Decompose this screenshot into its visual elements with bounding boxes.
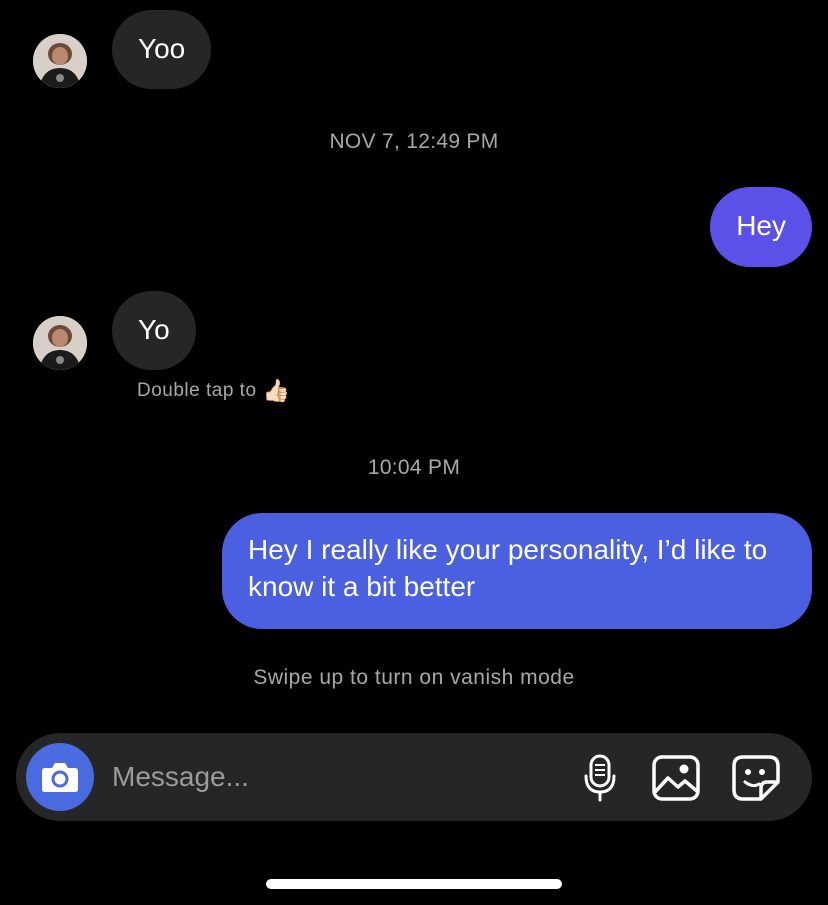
- message-composer: [16, 733, 812, 821]
- gallery-button[interactable]: [649, 751, 703, 805]
- incoming-message-bubble[interactable]: Yo: [112, 291, 196, 370]
- home-indicator[interactable]: [266, 879, 562, 889]
- incoming-message-bubble[interactable]: Yoo: [112, 10, 212, 89]
- voice-message-button[interactable]: [573, 751, 627, 805]
- outgoing-message-bubble[interactable]: Hey I really like your personality, I’d …: [222, 513, 812, 629]
- vanish-mode-hint: Swipe up to turn on vanish mode: [253, 666, 575, 689]
- microphone-icon: [584, 754, 616, 802]
- avatar-photo: [33, 34, 87, 88]
- sticker-button[interactable]: [729, 751, 783, 805]
- double-tap-hint-text: Double tap to: [137, 380, 257, 401]
- thumbs-up-icon: 👍🏻: [262, 378, 291, 403]
- camera-button[interactable]: [26, 743, 94, 811]
- camera-icon: [42, 763, 78, 792]
- contact-avatar[interactable]: [33, 34, 87, 88]
- double-tap-like-hint: Double tap to 👍🏻: [137, 378, 290, 404]
- outgoing-message-bubble[interactable]: Hey: [710, 187, 812, 267]
- avatar-photo: [33, 316, 87, 370]
- contact-avatar[interactable]: [33, 316, 87, 370]
- message-input[interactable]: [112, 753, 552, 801]
- sticker-icon: [732, 755, 780, 801]
- image-gallery-icon: [652, 755, 700, 801]
- message-timestamp: NOV 7, 12:49 PM: [329, 130, 499, 153]
- message-timestamp: 10:04 PM: [367, 456, 461, 479]
